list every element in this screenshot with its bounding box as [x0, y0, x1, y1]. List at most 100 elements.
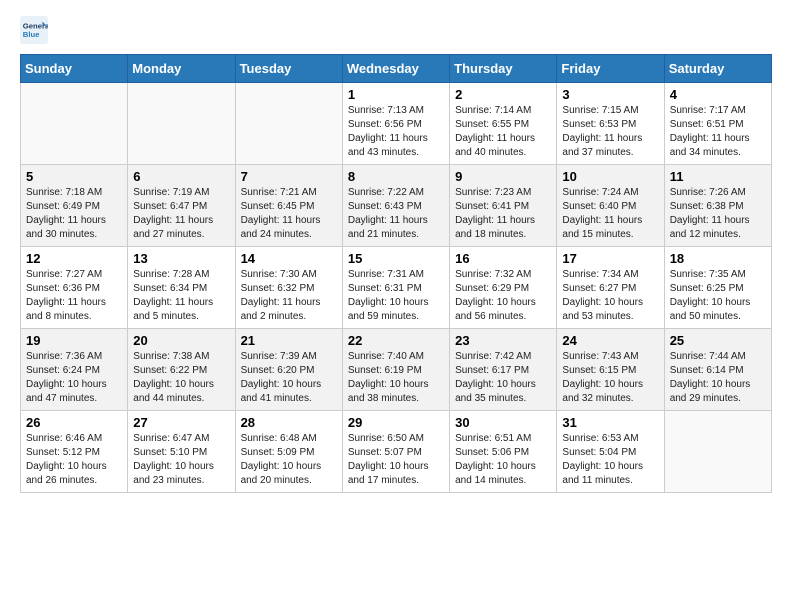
day-number: 22	[348, 333, 444, 348]
calendar-cell: 10 Sunrise: 7:24 AM Sunset: 6:40 PM Dayli…	[557, 165, 664, 247]
day-number: 14	[241, 251, 337, 266]
calendar-cell: 2 Sunrise: 7:14 AM Sunset: 6:55 PM Daylig…	[450, 83, 557, 165]
day-info: Sunrise: 7:23 AM Sunset: 6:41 PM Dayligh…	[455, 186, 551, 242]
day-number: 21	[241, 333, 337, 348]
day-number: 25	[670, 333, 766, 348]
calendar-week-row: 5 Sunrise: 7:18 AM Sunset: 6:49 PM Daylig…	[21, 165, 772, 247]
day-info: Sunrise: 7:31 AM Sunset: 6:31 PM Dayligh…	[348, 268, 444, 324]
day-number: 6	[133, 169, 229, 184]
day-number: 31	[562, 415, 658, 430]
calendar-table: SundayMondayTuesdayWednesdayThursdayFrid…	[20, 54, 772, 493]
day-number: 18	[670, 251, 766, 266]
calendar-cell: 23 Sunrise: 7:42 AM Sunset: 6:17 PM Dayli…	[450, 329, 557, 411]
day-info: Sunrise: 7:18 AM Sunset: 6:49 PM Dayligh…	[26, 186, 122, 242]
day-info: Sunrise: 7:27 AM Sunset: 6:36 PM Dayligh…	[26, 268, 122, 324]
calendar-cell: 30 Sunrise: 6:51 AM Sunset: 5:06 PM Dayli…	[450, 411, 557, 493]
calendar-cell	[21, 83, 128, 165]
day-number: 8	[348, 169, 444, 184]
calendar-week-row: 1Sunrise: 7:13 AM Sunset: 6:56 PM Daylig…	[21, 83, 772, 165]
calendar-cell: 6 Sunrise: 7:19 AM Sunset: 6:47 PM Daylig…	[128, 165, 235, 247]
calendar-cell: 12Sunrise: 7:27 AM Sunset: 6:36 PM Dayli…	[21, 247, 128, 329]
day-info: Sunrise: 7:15 AM Sunset: 6:53 PM Dayligh…	[562, 104, 658, 160]
day-number: 17	[562, 251, 658, 266]
calendar-cell: 1Sunrise: 7:13 AM Sunset: 6:56 PM Daylig…	[342, 83, 449, 165]
day-info: Sunrise: 7:21 AM Sunset: 6:45 PM Dayligh…	[241, 186, 337, 242]
calendar-cell: 17 Sunrise: 7:34 AM Sunset: 6:27 PM Dayli…	[557, 247, 664, 329]
calendar-cell: 31 Sunrise: 6:53 AM Sunset: 5:04 PM Dayli…	[557, 411, 664, 493]
day-number: 28	[241, 415, 337, 430]
day-info: Sunrise: 7:44 AM Sunset: 6:14 PM Dayligh…	[670, 350, 766, 406]
calendar-cell: 8 Sunrise: 7:22 AM Sunset: 6:43 PM Daylig…	[342, 165, 449, 247]
day-info: Sunrise: 7:19 AM Sunset: 6:47 PM Dayligh…	[133, 186, 229, 242]
day-number: 15	[348, 251, 444, 266]
svg-text:General: General	[23, 22, 48, 31]
logo-icon: General Blue	[20, 16, 48, 44]
calendar-cell: 18 Sunrise: 7:35 AM Sunset: 6:25 PM Dayli…	[664, 247, 771, 329]
day-info: Sunrise: 7:22 AM Sunset: 6:43 PM Dayligh…	[348, 186, 444, 242]
calendar-cell: 3 Sunrise: 7:15 AM Sunset: 6:53 PM Daylig…	[557, 83, 664, 165]
day-info: Sunrise: 7:24 AM Sunset: 6:40 PM Dayligh…	[562, 186, 658, 242]
day-number: 24	[562, 333, 658, 348]
weekday-header-row: SundayMondayTuesdayWednesdayThursdayFrid…	[21, 55, 772, 83]
calendar-cell: 11Sunrise: 7:26 AM Sunset: 6:38 PM Dayli…	[664, 165, 771, 247]
day-number: 10	[562, 169, 658, 184]
day-info: Sunrise: 7:38 AM Sunset: 6:22 PM Dayligh…	[133, 350, 229, 406]
day-info: Sunrise: 7:32 AM Sunset: 6:29 PM Dayligh…	[455, 268, 551, 324]
day-number: 30	[455, 415, 551, 430]
calendar-cell	[664, 411, 771, 493]
weekday-header-sunday: Sunday	[21, 55, 128, 83]
calendar-cell: 25 Sunrise: 7:44 AM Sunset: 6:14 PM Dayli…	[664, 329, 771, 411]
page-container: General Blue SundayMondayTuesdayWednesda…	[0, 0, 792, 503]
calendar-cell	[128, 83, 235, 165]
day-info: Sunrise: 7:42 AM Sunset: 6:17 PM Dayligh…	[455, 350, 551, 406]
day-info: Sunrise: 6:53 AM Sunset: 5:04 PM Dayligh…	[562, 432, 658, 488]
day-info: Sunrise: 7:39 AM Sunset: 6:20 PM Dayligh…	[241, 350, 337, 406]
weekday-header-friday: Friday	[557, 55, 664, 83]
calendar-cell: 16 Sunrise: 7:32 AM Sunset: 6:29 PM Dayli…	[450, 247, 557, 329]
day-number: 1	[348, 87, 444, 102]
day-info: Sunrise: 7:14 AM Sunset: 6:55 PM Dayligh…	[455, 104, 551, 160]
day-info: Sunrise: 6:50 AM Sunset: 5:07 PM Dayligh…	[348, 432, 444, 488]
day-number: 29	[348, 415, 444, 430]
day-info: Sunrise: 7:36 AM Sunset: 6:24 PM Dayligh…	[26, 350, 122, 406]
day-number: 16	[455, 251, 551, 266]
day-info: Sunrise: 6:48 AM Sunset: 5:09 PM Dayligh…	[241, 432, 337, 488]
page-header: General Blue	[20, 16, 772, 44]
calendar-cell: 26Sunrise: 6:46 AM Sunset: 5:12 PM Dayli…	[21, 411, 128, 493]
weekday-header-thursday: Thursday	[450, 55, 557, 83]
calendar-cell: 21 Sunrise: 7:39 AM Sunset: 6:20 PM Dayli…	[235, 329, 342, 411]
weekday-header-wednesday: Wednesday	[342, 55, 449, 83]
day-info: Sunrise: 7:43 AM Sunset: 6:15 PM Dayligh…	[562, 350, 658, 406]
calendar-cell: 5 Sunrise: 7:18 AM Sunset: 6:49 PM Daylig…	[21, 165, 128, 247]
calendar-cell	[235, 83, 342, 165]
weekday-header-monday: Monday	[128, 55, 235, 83]
day-number: 2	[455, 87, 551, 102]
calendar-cell: 14Sunrise: 7:30 AM Sunset: 6:32 PM Dayli…	[235, 247, 342, 329]
day-info: Sunrise: 7:35 AM Sunset: 6:25 PM Dayligh…	[670, 268, 766, 324]
day-number: 3	[562, 87, 658, 102]
calendar-week-row: 26Sunrise: 6:46 AM Sunset: 5:12 PM Dayli…	[21, 411, 772, 493]
calendar-cell: 24 Sunrise: 7:43 AM Sunset: 6:15 PM Dayli…	[557, 329, 664, 411]
calendar-cell: 13 Sunrise: 7:28 AM Sunset: 6:34 PM Dayli…	[128, 247, 235, 329]
calendar-cell: 7Sunrise: 7:21 AM Sunset: 6:45 PM Daylig…	[235, 165, 342, 247]
day-number: 11	[670, 169, 766, 184]
day-info: Sunrise: 7:34 AM Sunset: 6:27 PM Dayligh…	[562, 268, 658, 324]
calendar-cell: 22Sunrise: 7:40 AM Sunset: 6:19 PM Dayli…	[342, 329, 449, 411]
day-number: 9	[455, 169, 551, 184]
day-number: 27	[133, 415, 229, 430]
day-number: 5	[26, 169, 122, 184]
weekday-header-tuesday: Tuesday	[235, 55, 342, 83]
day-info: Sunrise: 6:46 AM Sunset: 5:12 PM Dayligh…	[26, 432, 122, 488]
weekday-header-saturday: Saturday	[664, 55, 771, 83]
day-number: 23	[455, 333, 551, 348]
day-number: 19	[26, 333, 122, 348]
calendar-cell: 28 Sunrise: 6:48 AM Sunset: 5:09 PM Dayli…	[235, 411, 342, 493]
day-info: Sunrise: 7:17 AM Sunset: 6:51 PM Dayligh…	[670, 104, 766, 160]
svg-text:Blue: Blue	[23, 30, 40, 39]
day-info: Sunrise: 6:47 AM Sunset: 5:10 PM Dayligh…	[133, 432, 229, 488]
day-number: 13	[133, 251, 229, 266]
day-info: Sunrise: 6:51 AM Sunset: 5:06 PM Dayligh…	[455, 432, 551, 488]
calendar-week-row: 12Sunrise: 7:27 AM Sunset: 6:36 PM Dayli…	[21, 247, 772, 329]
day-info: Sunrise: 7:28 AM Sunset: 6:34 PM Dayligh…	[133, 268, 229, 324]
calendar-cell: 29 Sunrise: 6:50 AM Sunset: 5:07 PM Dayli…	[342, 411, 449, 493]
